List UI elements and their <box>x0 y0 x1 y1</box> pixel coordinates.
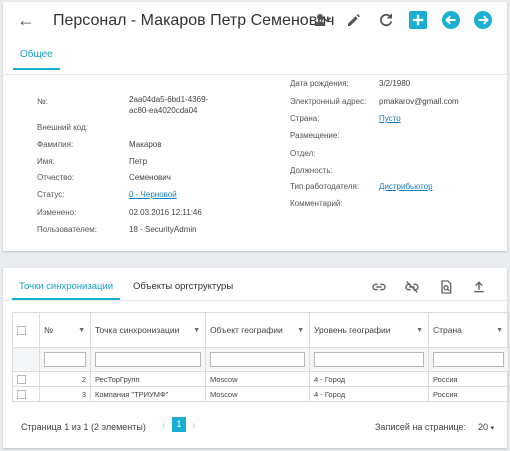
circle-arrow-left-icon[interactable] <box>442 11 460 29</box>
field-label-modified: Изменено: <box>37 208 77 217</box>
table-row[interactable]: 2 РесТорГрупп Moscow 4 - Город Россия <box>12 371 509 387</box>
field-value-email: pmakarov@gmail.com <box>379 97 459 106</box>
field-label-id: №: <box>37 97 48 106</box>
document-search-icon[interactable] <box>438 279 454 295</box>
cell-country: Россия <box>428 371 509 387</box>
field-value-modified-by: 18 - SecurityAdmin <box>129 225 197 234</box>
employer-type-link[interactable]: Дистрибьютор <box>379 182 433 191</box>
chevron-down-icon[interactable]: ▼ <box>78 327 85 334</box>
per-page-value: 20 <box>478 422 489 432</box>
row-checkbox[interactable] <box>17 374 26 384</box>
field-label-status: Статус: <box>37 190 65 199</box>
field-label-employer-type: Тип работодателя: <box>290 182 360 191</box>
field-label-first-name: Имя: <box>37 157 55 166</box>
table-row[interactable]: 3 Компания "ТРИУМФ" Moscow 4 - Город Рос… <box>12 386 509 402</box>
field-label-middle-name: Отчество: <box>37 173 74 182</box>
pager-prev-button[interactable]: ‹ <box>162 420 165 431</box>
cell-sync-point: РесТорГрупп <box>90 371 206 387</box>
field-label-last-name: Фамилия: <box>37 140 74 149</box>
field-value-id-line1: 2aa04da5-6bd1-4369- <box>129 95 209 104</box>
filter-number-input[interactable] <box>44 352 86 367</box>
column-header-geo-level[interactable]: Уровень географии ▼ <box>309 312 429 348</box>
country-link[interactable]: Пусто <box>379 114 401 123</box>
upload-icon[interactable] <box>471 279 487 295</box>
tab-sync-points[interactable]: Точки синхронизации <box>19 281 113 292</box>
record-card: ← Персонал - Макаров Петр Семенович Обще… <box>3 2 507 251</box>
filter-country-input[interactable] <box>433 352 504 367</box>
pencil-icon[interactable] <box>345 11 363 29</box>
cell-geo-level: 4 - Город <box>309 386 429 402</box>
filter-geo-object-input[interactable] <box>210 352 305 367</box>
user-check-icon[interactable] <box>314 11 332 29</box>
field-value-id-line2: ac80-ea4020cda04 <box>129 106 198 115</box>
chevron-down-icon[interactable]: ▼ <box>416 327 423 334</box>
chevron-down-icon[interactable]: ▼ <box>193 327 200 334</box>
chevron-down-icon[interactable]: ▼ <box>496 327 503 334</box>
field-value-modified: 02.03.2016 12:11:46 <box>129 208 202 217</box>
cell-country: Россия <box>428 386 509 402</box>
link-off-icon[interactable] <box>404 279 420 295</box>
cell-sync-point: Компания "ТРИУМФ" <box>90 386 206 402</box>
column-header-geo-object[interactable]: Объект географии ▼ <box>205 312 310 348</box>
per-page-label: Записей на странице: <box>375 422 467 432</box>
field-label-placement: Размещение: <box>290 131 340 140</box>
filter-geo-level-input[interactable] <box>314 352 424 367</box>
pager-current-page[interactable]: 1 <box>172 417 186 432</box>
filter-sync-point-input[interactable] <box>95 352 201 367</box>
plus-icon[interactable] <box>409 11 427 29</box>
refresh-icon[interactable] <box>377 11 395 29</box>
select-all-header[interactable] <box>12 312 40 348</box>
filter-row <box>12 347 509 372</box>
field-value-first-name: Петр <box>129 157 148 166</box>
field-value-last-name: Макаров <box>129 140 162 149</box>
select-all-checkbox[interactable] <box>17 326 26 336</box>
link-icon[interactable] <box>371 279 387 295</box>
cell-number: 3 <box>39 386 91 402</box>
cell-geo-object: Moscow <box>205 386 310 402</box>
cell-geo-level: 4 - Город <box>309 371 429 387</box>
row-checkbox[interactable] <box>17 389 26 399</box>
tab-org-objects[interactable]: Объекты оргструктуры <box>133 281 233 292</box>
column-header-number[interactable]: № ▼ <box>39 312 91 348</box>
cell-number: 2 <box>39 371 91 387</box>
chevron-down-icon[interactable]: ▼ <box>297 327 304 334</box>
field-label-country: Страна: <box>290 114 320 123</box>
circle-arrow-right-icon[interactable] <box>474 11 492 29</box>
field-value-birth-date: 3/2/1980 <box>379 79 411 88</box>
field-label-modified-by: Пользователем: <box>37 225 97 234</box>
cell-geo-object: Moscow <box>205 371 310 387</box>
back-arrow-icon[interactable]: ← <box>17 10 35 31</box>
tab-divider <box>3 300 507 301</box>
pager-next-button[interactable]: › <box>192 420 195 431</box>
field-label-comment: Комментарий: <box>290 199 343 208</box>
field-label-department: Отдел: <box>290 149 316 158</box>
header-divider <box>3 74 507 75</box>
page-title: Персонал - Макаров Петр Семенович <box>53 12 335 29</box>
caret-down-icon: ▾ <box>490 425 495 432</box>
field-label-position: Должность: <box>290 166 333 175</box>
column-header-sync-point[interactable]: Точка синхронизации ▼ <box>90 312 206 348</box>
field-label-email: Электронный адрес: <box>290 97 367 106</box>
field-label-external-code: Внешний код: <box>37 123 88 132</box>
sync-points-grid: № ▼ Точка синхронизации ▼ Объект географии… <box>12 312 509 402</box>
status-link[interactable]: 0 - Черновой <box>129 190 177 199</box>
related-card: Точки синхронизации Объекты оргструктуры… <box>3 268 509 448</box>
pager-summary: Страница 1 из 1 (2 элементы) <box>21 422 146 432</box>
per-page-select[interactable]: 20 ▾ <box>478 422 494 432</box>
column-header-country[interactable]: Страна ▼ <box>428 312 509 348</box>
field-value-middle-name: Семенович <box>129 173 171 182</box>
tab-general[interactable]: Общее <box>13 49 60 70</box>
field-label-birth-date: Дата рождения: <box>290 79 349 88</box>
